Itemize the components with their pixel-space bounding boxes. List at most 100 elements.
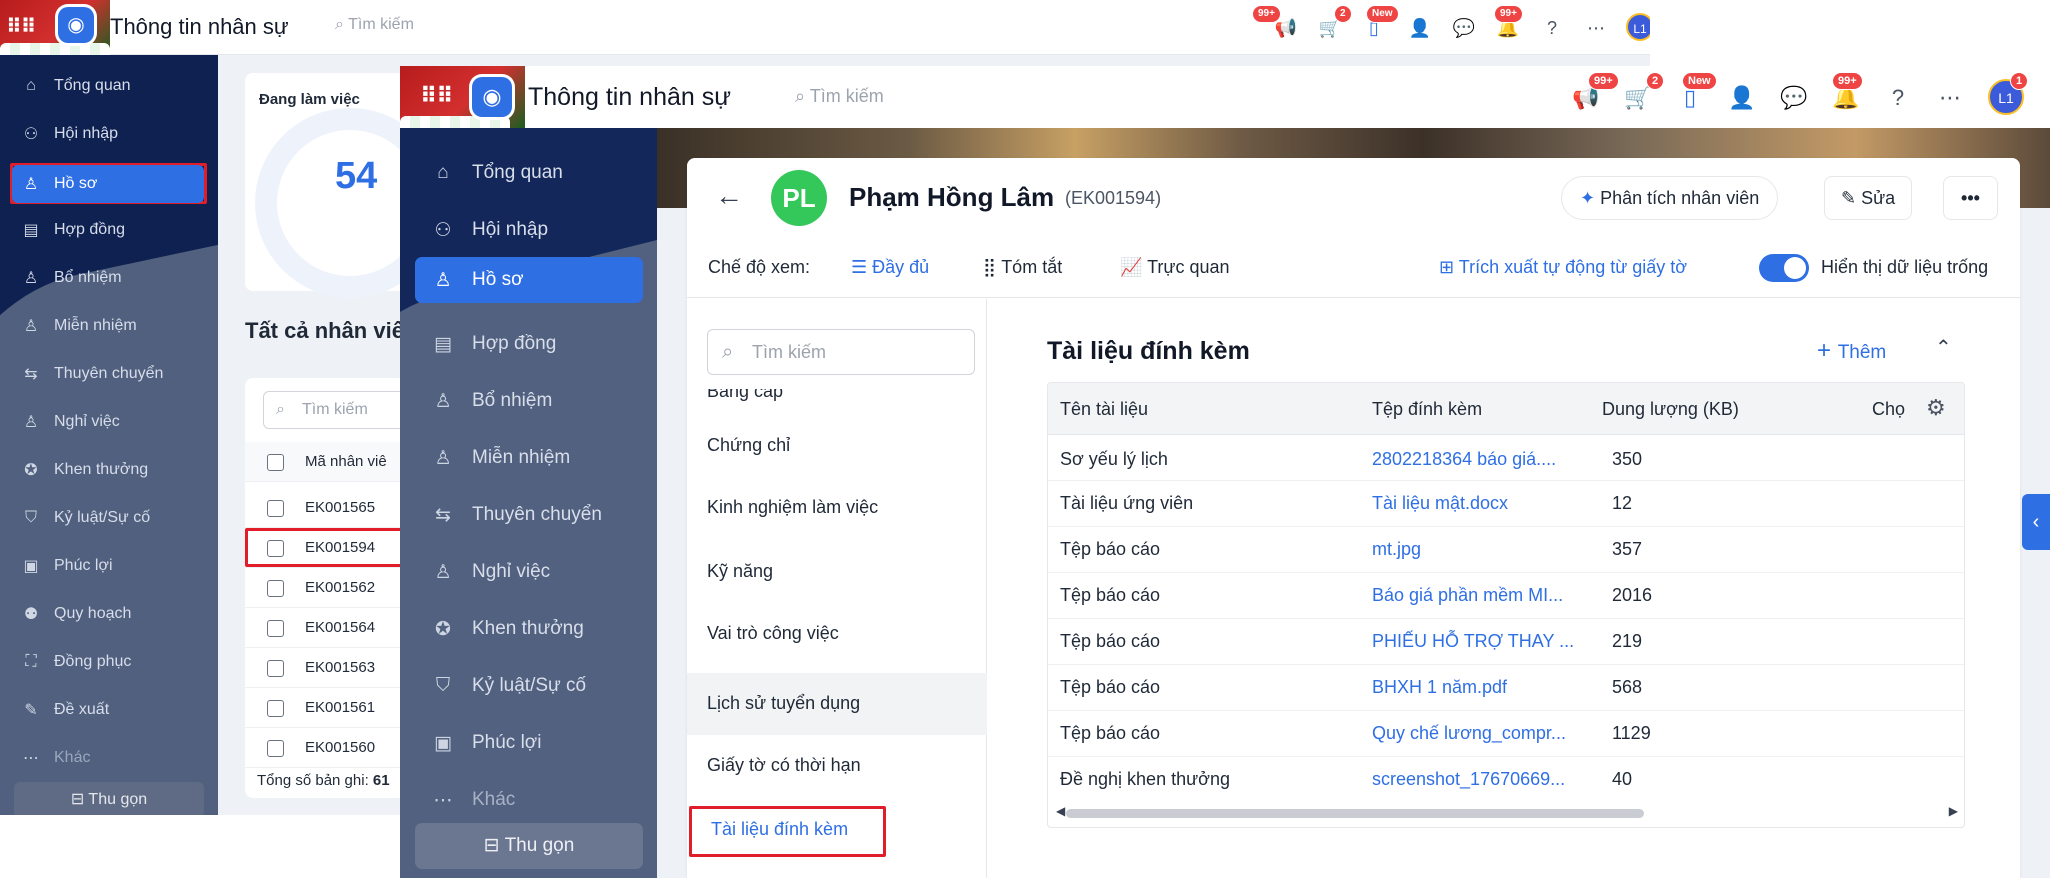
scrollbar-thumb[interactable] bbox=[1066, 809, 1644, 818]
table-row[interactable]: Tệp báo cáo Báo giá phần mềm MI... 2016 bbox=[1048, 573, 1964, 619]
nav-item-degrees[interactable]: Bằng cấp bbox=[707, 389, 783, 402]
sidebar-item-profile[interactable]: ♙ Hồ sơ bbox=[432, 262, 523, 298]
back-search-input[interactable]: ⌕ Tìm kiếm bbox=[263, 391, 413, 429]
more-icon[interactable]: ⋯ bbox=[1582, 14, 1610, 42]
table-row[interactable]: EK001564 bbox=[245, 608, 405, 648]
section-search-input[interactable]: ⌕ Tìm kiếm bbox=[707, 329, 975, 375]
sidebar-item-benefit[interactable]: ▣ Phúc lợi bbox=[432, 725, 541, 761]
file-link[interactable]: mt.jpg bbox=[1372, 539, 1421, 560]
table-row[interactable]: EK001565 bbox=[245, 488, 405, 528]
table-row[interactable]: EK001561 bbox=[245, 688, 405, 728]
side-panel-toggle[interactable]: ‹ bbox=[2022, 494, 2050, 550]
app-grid-icon[interactable]: ⠿⠿ bbox=[420, 85, 453, 107]
view-mode-summary[interactable]: ⣿ Tóm tắt bbox=[983, 257, 1062, 278]
horizontal-scrollbar[interactable]: ◀ ▶ bbox=[1056, 804, 1958, 820]
row-checkbox[interactable] bbox=[267, 620, 284, 637]
row-checkbox[interactable] bbox=[267, 740, 284, 757]
sidebar-item-dismiss[interactable]: ♙ Miễn nhiệm bbox=[432, 440, 570, 476]
back-sidebar-item-benefit[interactable]: ▣ Phúc lợi bbox=[22, 551, 112, 581]
row-checkbox[interactable] bbox=[267, 500, 284, 517]
chat-icon[interactable]: 💬 bbox=[1780, 84, 1808, 112]
gear-icon[interactable]: ⚙ bbox=[1920, 395, 1952, 421]
table-row[interactable]: Tệp báo cáo BHXH 1 năm.pdf 568 bbox=[1048, 665, 1964, 711]
sidebar-item-award[interactable]: ✪ Khen thưởng bbox=[432, 611, 584, 647]
back-sidebar-item-leave[interactable]: ♙ Nghỉ việc bbox=[22, 407, 120, 437]
app-grid-icon[interactable]: ⠿⠿ bbox=[6, 17, 36, 37]
top-search[interactable]: ⌕ Tìm kiếm bbox=[335, 16, 414, 34]
row-checkbox[interactable] bbox=[267, 700, 284, 717]
back-sidebar-item-transfer[interactable]: ⇆ Thuyên chuyển bbox=[22, 359, 163, 389]
help-icon[interactable]: ? bbox=[1538, 14, 1566, 42]
file-link[interactable]: 2802218364 báo giá.... bbox=[1372, 449, 1556, 470]
back-sidebar-item-award[interactable]: ✪ Khen thưởng bbox=[22, 455, 148, 485]
back-sidebar-item-profile[interactable]: ♙ Hồ sơ bbox=[22, 169, 98, 199]
collapse-button[interactable]: ⊟ Thu gọn bbox=[415, 823, 643, 869]
back-collapse-button[interactable]: ⊟ Thu gọn bbox=[14, 782, 204, 815]
back-sidebar-item-onboarding[interactable]: ⚇ Hội nhập bbox=[22, 119, 118, 149]
scroll-right-icon[interactable]: ▶ bbox=[1949, 804, 1958, 818]
nav-item-recruit-history[interactable]: Lịch sử tuyển dụng bbox=[707, 693, 860, 714]
back-sidebar-item-uniform[interactable]: ⛶ Đồng phục bbox=[22, 647, 131, 677]
view-mode-full[interactable]: ☰ Đầy đủ bbox=[851, 257, 929, 278]
more-actions-button[interactable]: ••• bbox=[1943, 176, 1998, 220]
table-row[interactable]: EK001560 bbox=[245, 728, 405, 768]
chat-icon[interactable]: 💬 bbox=[1450, 14, 1478, 42]
auto-extract-link[interactable]: ⊞ Trích xuất tự động từ giấy tờ bbox=[1439, 257, 1687, 278]
table-row[interactable]: Tệp báo cáo PHIẾU HỖ TRỢ THAY ... 219 bbox=[1048, 619, 1964, 665]
file-link[interactable]: BHXH 1 năm.pdf bbox=[1372, 677, 1507, 698]
scroll-left-icon[interactable]: ◀ bbox=[1056, 804, 1065, 818]
back-sidebar-item-discipline[interactable]: ⛉ Kỷ luật/Sự cố bbox=[22, 503, 150, 533]
sidebar-item-onboarding[interactable]: ⚇ Hội nhập bbox=[432, 212, 548, 248]
add-user-icon[interactable]: 👤 bbox=[1406, 14, 1434, 42]
cart-icon[interactable]: 🛒 bbox=[1624, 84, 1652, 112]
top-search[interactable]: ⌕ Tìm kiếm bbox=[795, 86, 884, 107]
sidebar-item-overview[interactable]: ⌂ Tổng quan bbox=[432, 155, 563, 191]
file-link[interactable]: screenshot_17670669... bbox=[1372, 769, 1565, 790]
table-row[interactable]: Tệp báo cáo mt.jpg 357 bbox=[1048, 527, 1964, 573]
nav-item-skills[interactable]: Kỹ năng bbox=[707, 561, 773, 582]
back-sidebar-item-dismiss[interactable]: ♙ Miễn nhiệm bbox=[22, 311, 137, 341]
back-sidebar-item-overview[interactable]: ⌂ Tổng quan bbox=[22, 71, 130, 101]
row-checkbox[interactable] bbox=[267, 580, 284, 597]
view-mode-visual[interactable]: 📈 Trực quan bbox=[1120, 257, 1230, 278]
add-user-icon[interactable]: 👤 bbox=[1728, 84, 1756, 112]
sidebar-item-contract[interactable]: ▤ Hợp đồng bbox=[432, 326, 556, 362]
back-sidebar-item-contract[interactable]: ▤ Hợp đồng bbox=[22, 215, 125, 245]
table-row[interactable]: Đề nghị khen thưởng screenshot_17670669..… bbox=[1048, 757, 1964, 803]
back-sidebar-item-plan[interactable]: ⚉ Quy hoạch bbox=[22, 599, 132, 629]
sidebar-item-transfer[interactable]: ⇆ Thuyên chuyển bbox=[432, 497, 602, 533]
nav-item-roles[interactable]: Vai trò công việc bbox=[707, 623, 839, 644]
table-row[interactable]: Tài liệu ứng viên Tài liệu mật.docx 12 bbox=[1048, 481, 1964, 527]
table-row[interactable]: Sơ yếu lý lịch 2802218364 báo giá.... 350 bbox=[1048, 435, 1964, 481]
back-sidebar-item-proposal[interactable]: ✎ Đề xuất bbox=[22, 695, 109, 725]
nav-item-timed-documents[interactable]: Giấy tờ có thời hạn bbox=[707, 755, 861, 776]
back-sidebar-item-appoint[interactable]: ♙ Bổ nhiệm bbox=[22, 263, 122, 293]
chevron-up-icon[interactable]: ⌃ bbox=[1935, 335, 1952, 360]
row-checkbox[interactable] bbox=[267, 660, 284, 677]
table-row[interactable]: EK001562 bbox=[245, 568, 405, 608]
help-icon[interactable]: ? bbox=[1884, 84, 1912, 112]
sidebar-item-other[interactable]: ⋯ Khác bbox=[432, 782, 516, 818]
show-empty-toggle[interactable] bbox=[1759, 254, 1809, 282]
more-icon: ⋯ bbox=[23, 750, 39, 767]
sidebar-item-discipline[interactable]: ⛉ Kỷ luật/Sự cố bbox=[432, 668, 586, 704]
nav-item-certificates[interactable]: Chứng chỉ bbox=[707, 435, 790, 456]
user-avatar[interactable]: L1 bbox=[1626, 13, 1650, 41]
more-icon[interactable]: ⋯ bbox=[1936, 84, 1964, 112]
edit-button[interactable]: ✎ Sửa bbox=[1824, 176, 1913, 220]
select-all-checkbox[interactable] bbox=[267, 454, 284, 471]
file-link[interactable]: Báo giá phần mềm MI... bbox=[1372, 585, 1563, 606]
sidebar-item-leave[interactable]: ♙ Nghỉ việc bbox=[432, 554, 550, 590]
file-link[interactable]: Quy chế lương_compr... bbox=[1372, 723, 1566, 744]
nav-item-experience[interactable]: Kinh nghiệm làm việc bbox=[707, 497, 878, 518]
back-arrow-icon[interactable]: ← bbox=[715, 180, 743, 212]
sidebar-item-appoint[interactable]: ♙ Bổ nhiệm bbox=[432, 383, 552, 419]
table-row[interactable]: Tệp báo cáo Quy chế lương_compr... 1129 bbox=[1048, 711, 1964, 757]
table-row[interactable]: EK001563 bbox=[245, 648, 405, 688]
add-attachment-button[interactable]: + Thêm bbox=[1817, 337, 1886, 365]
chart-icon: 📈 bbox=[1120, 257, 1148, 277]
back-sidebar-item-other[interactable]: ⋯ Khác bbox=[22, 743, 90, 773]
file-link[interactable]: PHIẾU HỖ TRỢ THAY ... bbox=[1372, 631, 1574, 652]
file-link[interactable]: Tài liệu mật.docx bbox=[1372, 493, 1508, 514]
analyze-employee-button[interactable]: ✦ Phân tích nhân viên bbox=[1561, 176, 1779, 220]
